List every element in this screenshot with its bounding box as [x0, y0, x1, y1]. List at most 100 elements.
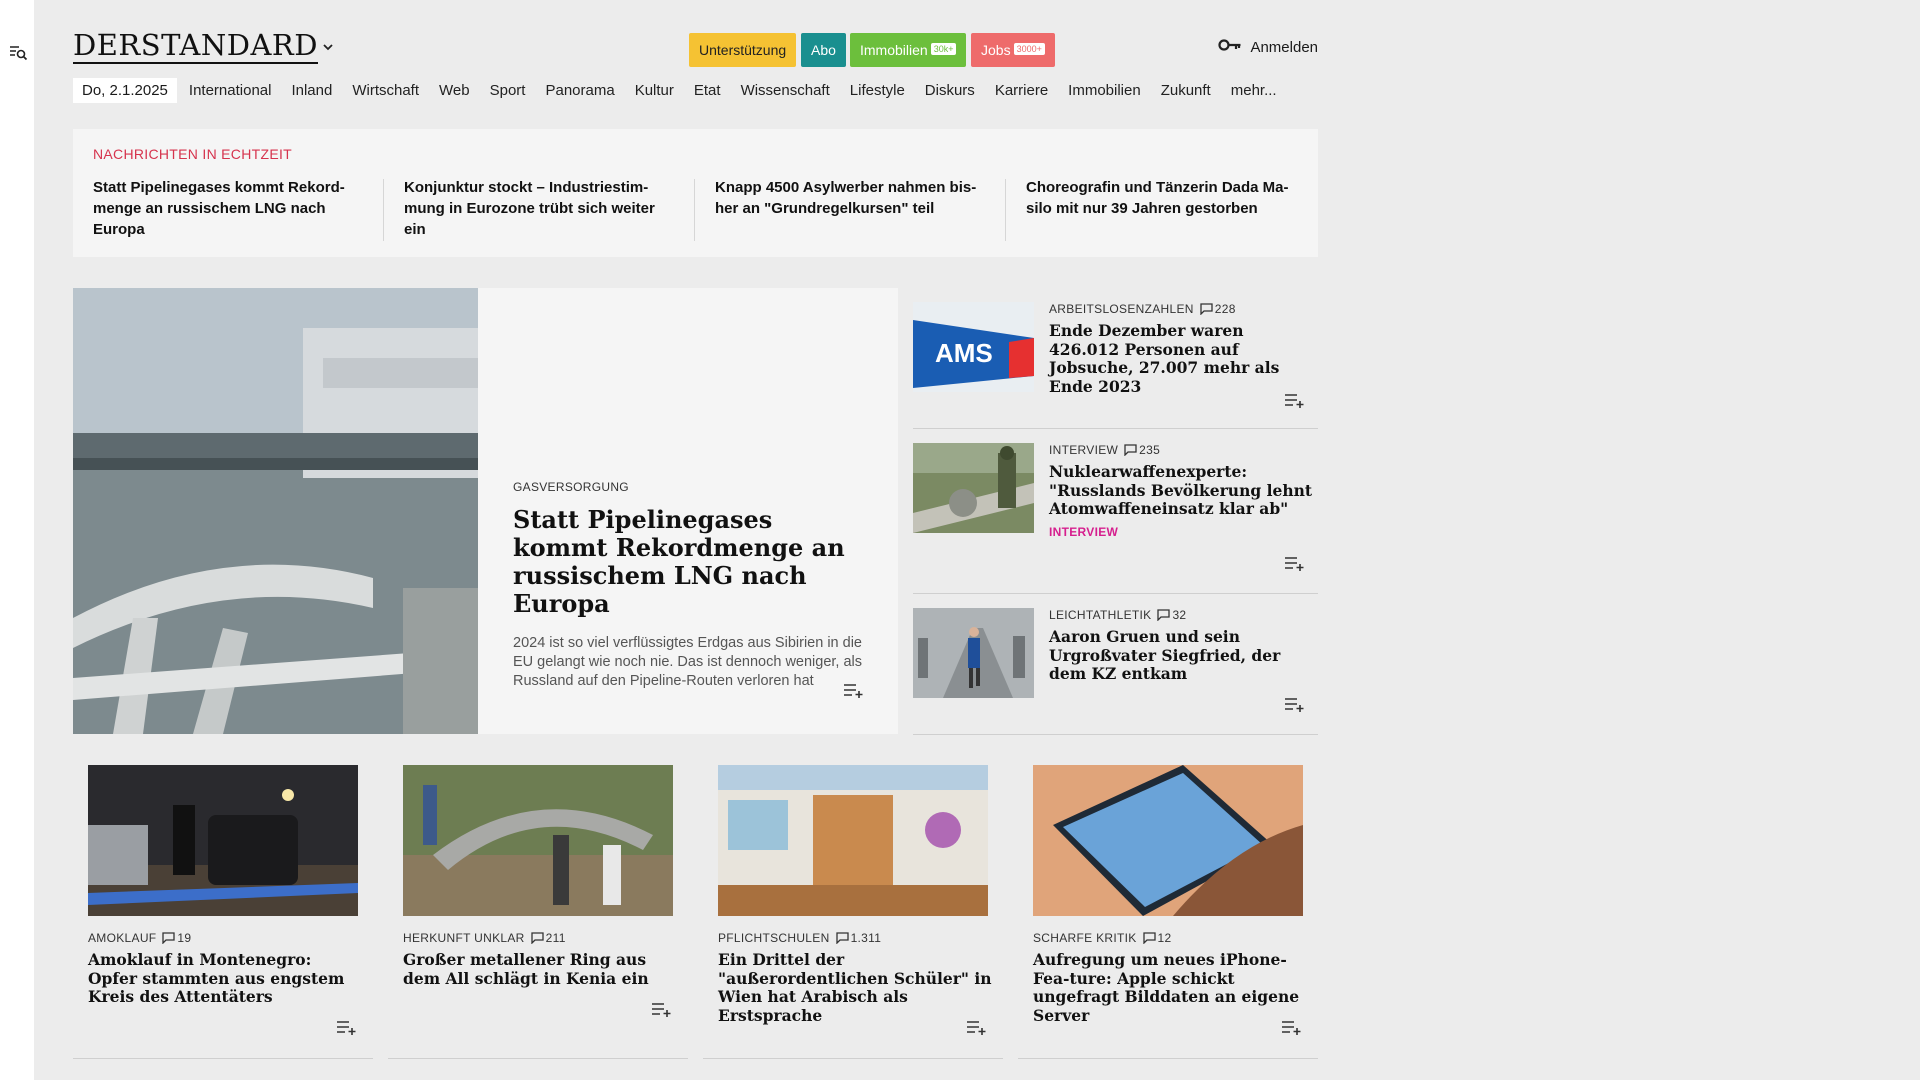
current-date: Do, 2.1.2025 [73, 77, 177, 103]
immobilien-label: Immobilien [860, 42, 928, 58]
lead-story-text: GASVERSORGUNG Statt Pipelinegases kommt … [513, 480, 868, 691]
lead-story-image[interactable] [73, 288, 478, 734]
nav-item-karriere[interactable]: Karriere [995, 82, 1048, 99]
story-image[interactable] [1033, 765, 1303, 916]
story-card[interactable]: HERKUNFT UNKLAR 211 Großer metallener Ri… [388, 765, 688, 1059]
add-to-list-icon[interactable] [966, 1019, 988, 1035]
comment-icon [1200, 303, 1213, 315]
lead-story[interactable]: GASVERSORGUNG Statt Pipelinegases kommt … [73, 288, 898, 734]
story-headline[interactable]: Aufregung um neues iPhone-Fea-ture: Appl… [1033, 950, 1308, 1025]
nav-item-zukunft[interactable]: Zukunft [1161, 82, 1211, 99]
story-headline[interactable]: Ein Drittel der "außerordentlichen Schül… [718, 950, 993, 1025]
comment-count[interactable]: 12 [1142, 931, 1172, 945]
divider [694, 179, 695, 241]
ticker-item[interactable]: Konjunktur stockt – Industriestim-mung i… [404, 177, 678, 240]
left-sidebar [0, 0, 34, 1080]
nav-item-inland[interactable]: Inland [291, 82, 332, 99]
story-image[interactable] [718, 765, 988, 916]
key-icon [1218, 38, 1242, 56]
immobilien-button[interactable]: Immobilien 30k+ [850, 33, 967, 67]
add-to-list-icon[interactable] [336, 1019, 358, 1035]
kicker-label: LEICHTATHLETIK [1049, 608, 1152, 622]
comment-count-value: 12 [1157, 931, 1172, 945]
story-card[interactable]: SCHARFE KRITIK 12 Aufregung um neues iPh… [1018, 765, 1318, 1059]
nav-item-panorama[interactable]: Panorama [545, 82, 614, 99]
abo-label: Abo [811, 42, 836, 58]
story-image[interactable] [913, 608, 1034, 698]
login-button[interactable]: Anmelden [1218, 38, 1318, 56]
support-label: Unterstützung [699, 42, 787, 58]
lead-kicker: GASVERSORGUNG [513, 480, 629, 494]
comment-icon [530, 932, 544, 944]
ticker-item[interactable]: Choreografin und Tänzerin Dada Ma-silo m… [1026, 177, 1300, 219]
add-to-list-icon[interactable] [1284, 392, 1306, 408]
comment-count[interactable]: 1.311 [835, 931, 882, 945]
comment-count-value: 235 [1139, 443, 1161, 457]
add-to-list-icon[interactable] [1284, 555, 1306, 571]
nav-item-lifestyle[interactable]: Lifestyle [850, 82, 905, 99]
story-text: SCHARFE KRITIK 12 Aufregung um neues iPh… [1033, 931, 1308, 1025]
nav-item-wirtschaft[interactable]: Wirtschaft [352, 82, 419, 99]
story-headline[interactable]: Nuklearwaffenexperte: "Russlands Bevölke… [1049, 462, 1318, 519]
story-text: HERKUNFT UNKLAR 211 Großer metallener Ri… [403, 931, 678, 988]
add-to-list-icon[interactable] [843, 682, 865, 698]
add-to-list-icon[interactable] [1281, 1019, 1303, 1035]
abo-button[interactable]: Abo [801, 33, 846, 67]
nav-item-more[interactable]: mehr... [1231, 82, 1277, 99]
ams-logo-text: AMS [935, 338, 993, 368]
comment-count[interactable]: 32 [1157, 608, 1186, 622]
nav-item-kultur[interactable]: Kultur [635, 82, 674, 99]
nav-item-immobilien[interactable]: Immobilien [1068, 82, 1141, 99]
support-button[interactable]: Unterstützung [689, 33, 797, 67]
site-logo[interactable]: DERSTANDARD [73, 28, 318, 64]
login-label: Anmelden [1250, 38, 1318, 56]
section-nav: Do, 2.1.2025 International Inland Wirtsc… [73, 76, 1297, 104]
story-text: LEICHTATHLETIK 32 Aaron Gruen und sein U… [1049, 608, 1318, 684]
nav-item-sport[interactable]: Sport [490, 82, 526, 99]
side-story[interactable]: INTERVIEW 235 Nuklearwaffenexperte: "Rus… [913, 429, 1318, 594]
comment-count[interactable]: 228 [1200, 302, 1236, 316]
side-story[interactable]: AMS ARBEITSLOSENZAHLEN 228 Ende Dezember… [913, 288, 1318, 429]
nav-item-diskurs[interactable]: Diskurs [925, 82, 975, 99]
nav-item-international[interactable]: International [189, 82, 272, 99]
add-to-list-icon[interactable] [651, 1001, 673, 1017]
kicker-label: HERKUNFT UNKLAR [403, 931, 525, 945]
story-card[interactable]: AMOKLAUF 19 Amoklauf in Montenegro: Opfe… [73, 765, 373, 1059]
story-headline[interactable]: Großer metallener Ring aus dem All schlä… [403, 950, 678, 988]
comment-count[interactable]: 211 [530, 931, 566, 945]
nav-item-web[interactable]: Web [439, 82, 470, 99]
kicker-label: SCHARFE KRITIK [1033, 931, 1137, 945]
story-text: INTERVIEW 235 Nuklearwaffenexperte: "Rus… [1049, 443, 1318, 539]
kicker-label: AMOKLAUF [88, 931, 157, 945]
story-headline[interactable]: Ende Dezember waren 426.012 Personen auf… [1049, 321, 1318, 396]
chevron-down-icon[interactable] [321, 40, 335, 54]
comment-count-value: 19 [177, 931, 192, 945]
menu-search-icon[interactable] [8, 42, 28, 62]
story-kicker: HERKUNFT UNKLAR 211 [403, 931, 678, 945]
comment-icon [1157, 609, 1171, 621]
divider [1005, 179, 1006, 241]
story-kicker: PFLICHTSCHULEN 1.311 [718, 931, 993, 945]
nav-item-etat[interactable]: Etat [694, 82, 721, 99]
comment-count[interactable]: 235 [1124, 443, 1160, 457]
story-image[interactable] [913, 443, 1034, 533]
comment-count[interactable]: 19 [162, 931, 191, 945]
comment-icon [1142, 932, 1156, 944]
nav-item-wissenschaft[interactable]: Wissenschaft [741, 82, 830, 99]
story-text: AMOKLAUF 19 Amoklauf in Montenegro: Opfe… [88, 931, 363, 1007]
add-to-list-icon[interactable] [1284, 696, 1306, 712]
story-card[interactable]: PFLICHTSCHULEN 1.311 Ein Drittel der "au… [703, 765, 1003, 1059]
story-headline[interactable]: Amoklauf in Montenegro: Opfer stammten a… [88, 950, 363, 1007]
jobs-button[interactable]: Jobs 3000+ [971, 33, 1055, 67]
comment-icon [162, 932, 176, 944]
kicker-label: INTERVIEW [1049, 443, 1119, 457]
ticker-item[interactable]: Knapp 4500 Asylwerber nahmen bis-her an … [715, 177, 989, 219]
story-image[interactable] [403, 765, 673, 916]
story-image[interactable] [88, 765, 358, 916]
story-image[interactable]: AMS [913, 302, 1034, 392]
ticker-item[interactable]: Statt Pipelinegases kommt Rekord-menge a… [93, 177, 367, 240]
side-story[interactable]: LEICHTATHLETIK 32 Aaron Gruen und sein U… [913, 594, 1318, 735]
story-headline[interactable]: Aaron Gruen und sein Urgroßvater Siegfri… [1049, 627, 1318, 684]
lead-headline[interactable]: Statt Pipelinegases kommt Rekordmenge an… [513, 506, 868, 618]
comment-icon [835, 932, 849, 944]
